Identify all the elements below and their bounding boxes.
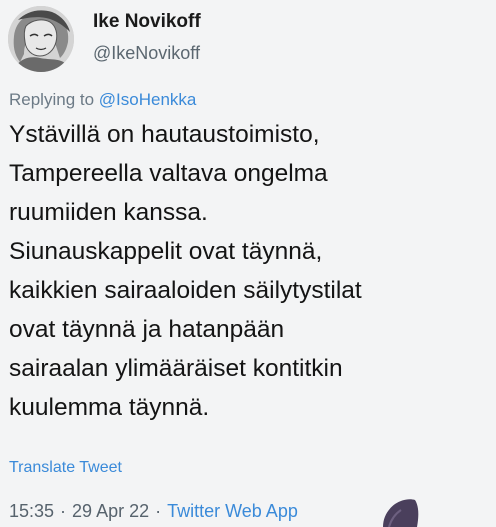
tweet-meta: 15:35 · 29 Apr 22 · Twitter Web App <box>9 499 298 523</box>
tweet-text-line: Ystävillä on hautaustoimisto, <box>9 121 320 148</box>
pointer-blob-icon <box>383 499 419 527</box>
tweet-source-link[interactable]: Twitter Web App <box>167 501 298 521</box>
tweet-card: Ike Novikoff @IkeNovikoff Replying to @I… <box>0 0 496 527</box>
replying-to-line: Replying to @IsoHenkka <box>9 88 196 112</box>
author-display-name[interactable]: Ike Novikoff <box>93 10 201 34</box>
tweet-text-line: sairaalan ylimääräiset kontitkin <box>9 355 343 382</box>
tweet-text-line: ovat täynnä ja hatanpään <box>9 316 285 343</box>
author-handle[interactable]: @IkeNovikoff <box>93 41 201 65</box>
tweet-text-line: Tampereella valtava ongelma <box>9 160 328 187</box>
tweet-text-line: Siunauskappelit ovat täynnä, <box>9 238 323 265</box>
tweet-date[interactable]: 29 Apr 22 <box>72 501 149 521</box>
reply-mention-link[interactable]: @IsoHenkka <box>99 90 197 109</box>
tweet-text-line: kuulemma täynnä. <box>9 394 210 421</box>
translate-tweet-link[interactable]: Translate Tweet <box>9 457 122 479</box>
tweet-time[interactable]: 15:35 <box>9 501 54 521</box>
meta-separator: · <box>60 501 67 521</box>
tweet-header: Ike Novikoff @IkeNovikoff <box>8 6 201 72</box>
meta-separator: · <box>155 501 162 521</box>
author-names: Ike Novikoff @IkeNovikoff <box>93 10 201 65</box>
user-avatar-sketch-icon <box>8 6 74 72</box>
tweet-text: Ystävillä on hautaustoimisto, Tampereell… <box>9 115 489 427</box>
tweet-text-line: kaikkien sairaaloiden säilytystilat <box>9 277 362 304</box>
tweet-text-line: ruumiiden kanssa. <box>9 199 208 226</box>
replying-to-prefix: Replying to <box>9 90 99 109</box>
avatar[interactable] <box>8 6 74 72</box>
